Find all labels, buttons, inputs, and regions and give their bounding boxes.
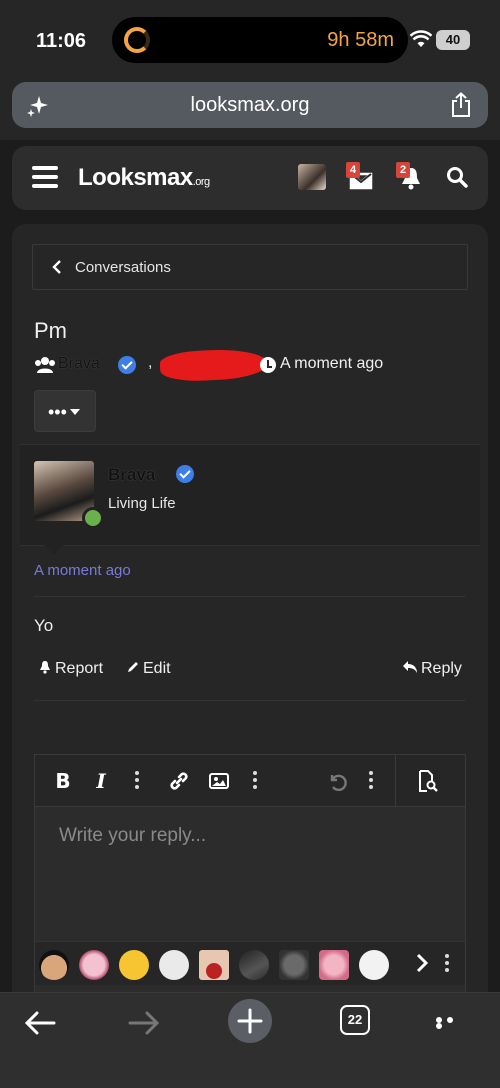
- more-emoji-options-icon[interactable]: [445, 954, 449, 974]
- plus-icon[interactable]: [228, 999, 272, 1043]
- emoji-doomer-icon[interactable]: [359, 950, 389, 980]
- inbox-badge: 4: [346, 162, 360, 178]
- browser-toolbar: 22: [0, 992, 500, 1088]
- reply-label: Reply: [421, 660, 462, 677]
- reply-icon: [403, 661, 417, 673]
- user-block-pointer: [44, 545, 64, 555]
- emoji-sunglasses-icon[interactable]: [39, 950, 69, 980]
- browser-url-area: looksmax.org: [0, 80, 500, 140]
- hamburger-icon[interactable]: [32, 166, 58, 188]
- battery-icon: 40: [436, 30, 470, 50]
- edit-button[interactable]: Edit: [126, 660, 171, 682]
- search-icon[interactable]: [446, 166, 468, 188]
- emoji-bar: [35, 941, 465, 985]
- page-title: Pm: [34, 318, 67, 343]
- chevron-left-icon: [52, 260, 61, 274]
- users-icon: [35, 357, 55, 373]
- site-header: Looksmax.org 4 2: [12, 146, 488, 210]
- more-text-options-icon[interactable]: [135, 771, 139, 791]
- tabs-button[interactable]: 22: [340, 1005, 370, 1035]
- back-icon[interactable]: [20, 1003, 60, 1043]
- divider: [34, 700, 466, 701]
- participant-separator: ,: [148, 354, 153, 371]
- edit-label: Edit: [143, 660, 171, 677]
- emoji-wojak-icon[interactable]: [159, 950, 189, 980]
- message-timestamp[interactable]: A moment ago: [34, 562, 131, 579]
- preview-icon[interactable]: [415, 769, 439, 793]
- bold-button[interactable]: B: [51, 769, 75, 793]
- caret-down-icon: [70, 409, 80, 415]
- link-icon[interactable]: [167, 769, 191, 793]
- online-status-icon: [82, 507, 104, 529]
- dynamic-island[interactable]: 9h 58m: [112, 17, 408, 63]
- more-insert-options-icon[interactable]: [253, 771, 257, 791]
- more-dots: •••: [48, 402, 67, 422]
- redaction-mark: [159, 347, 269, 383]
- reply-input[interactable]: Write your reply...: [59, 825, 206, 847]
- emoji-thinking-icon[interactable]: [119, 950, 149, 980]
- emoji-face-icon[interactable]: [199, 950, 229, 980]
- emoji-anime-girl-icon[interactable]: [79, 950, 109, 980]
- breadcrumb[interactable]: Conversations: [32, 244, 468, 290]
- bell-report-icon: [40, 661, 50, 674]
- wifi-icon: [410, 30, 432, 47]
- undo-icon[interactable]: [325, 769, 349, 793]
- site-logo[interactable]: Looksmax.org: [78, 164, 210, 192]
- started-time: A moment ago: [280, 355, 384, 372]
- participant-link[interactable]: Brava: [58, 355, 100, 373]
- clock-icon: [260, 357, 276, 373]
- share-icon[interactable]: [450, 92, 472, 118]
- status-time: 11:06: [36, 30, 87, 52]
- image-icon[interactable]: [207, 769, 231, 793]
- verified-icon: [176, 465, 194, 483]
- reply-editor: B I Write your reply...: [34, 754, 466, 1014]
- timer-text: 9h 58m: [327, 29, 394, 51]
- chevron-right-icon[interactable]: [415, 952, 429, 974]
- participants-row: Brava , A moment ago: [34, 347, 474, 383]
- avatar[interactable]: [298, 164, 326, 190]
- report-label: Report: [55, 660, 104, 677]
- more-options-button[interactable]: •••: [34, 390, 96, 432]
- timer-icon: [124, 27, 150, 53]
- emoji-creature-icon[interactable]: [239, 950, 269, 980]
- emoji-gorilla-icon[interactable]: [279, 950, 309, 980]
- message-body: Yo: [34, 616, 54, 635]
- divider: [34, 596, 466, 597]
- inbox-icon[interactable]: 4: [346, 162, 376, 192]
- editor-toolbar: B I: [35, 755, 465, 807]
- url-bar[interactable]: looksmax.org: [12, 82, 488, 128]
- emoji-anime-pink-icon[interactable]: [319, 950, 349, 980]
- report-button[interactable]: Report: [38, 660, 103, 682]
- alerts-badge: 2: [396, 162, 410, 178]
- toolbar-separator: [395, 755, 396, 807]
- user-title: Living Life: [108, 495, 176, 512]
- reply-button[interactable]: Reply: [402, 660, 462, 682]
- message-username[interactable]: Brava: [108, 465, 155, 485]
- status-bar: 11:06 9h 58m 40: [0, 0, 500, 80]
- url-text[interactable]: looksmax.org: [12, 94, 488, 117]
- italic-button[interactable]: I: [89, 769, 113, 793]
- breadcrumb-label[interactable]: Conversations: [75, 259, 171, 276]
- message-user-block: Brava Living Life: [20, 444, 480, 555]
- conversation-card: Conversations Pm Brava , A moment ago ••…: [12, 224, 488, 1014]
- verified-icon: [118, 356, 136, 374]
- menu-dots-icon[interactable]: [436, 1017, 466, 1029]
- forward-icon[interactable]: [124, 1003, 164, 1043]
- pencil-icon: [128, 662, 138, 672]
- bell-icon[interactable]: 2: [396, 162, 426, 192]
- more-history-options-icon[interactable]: [369, 771, 373, 791]
